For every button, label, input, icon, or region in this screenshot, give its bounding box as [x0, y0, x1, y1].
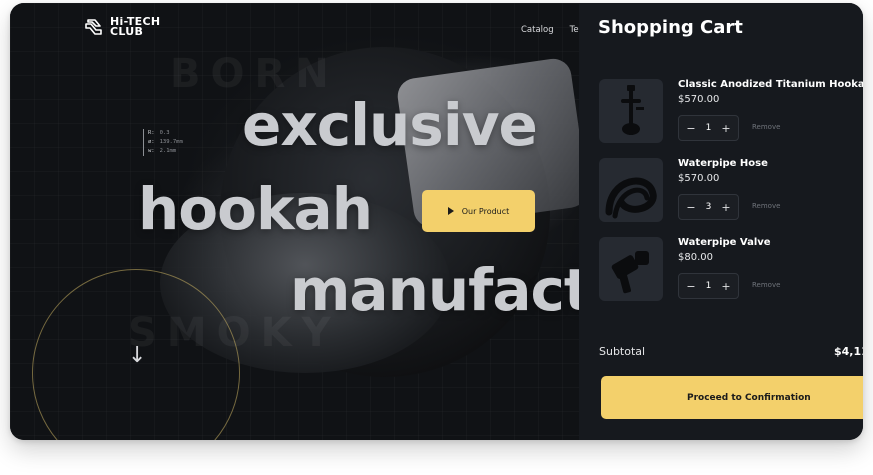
- spec-key: R:: [148, 130, 155, 136]
- cart-item: Waterpipe Hose $570.00 − 3 + Remove: [599, 158, 863, 224]
- valve-icon: [611, 251, 649, 294]
- spec-key: ø:: [148, 139, 155, 145]
- hero-section: BORN SMOKY Hi-TECH CLUB Catalog Tec R:0.…: [10, 3, 579, 440]
- spec-value: 2.1mm: [159, 148, 177, 154]
- headline-line-1: exclusive: [242, 91, 538, 159]
- main-nav: Catalog Tec: [521, 25, 579, 35]
- logo-icon: [85, 19, 102, 35]
- headline-line-3: manufact: [290, 256, 579, 324]
- headline-line-2: hookah: [138, 175, 373, 243]
- remove-button[interactable]: Remove: [752, 202, 780, 210]
- product-thumbnail[interactable]: [599, 158, 663, 222]
- shopping-cart-panel: Shopping Cart Classic Anodized Titanium …: [579, 3, 863, 440]
- cart-item: Waterpipe Valve $80.00 − 1 + Remove: [599, 237, 863, 303]
- our-product-button[interactable]: Our Product: [422, 190, 535, 232]
- hose-icon: [605, 177, 657, 219]
- brand-logo[interactable]: Hi-TECH CLUB: [84, 16, 160, 38]
- product-name[interactable]: Waterpipe Valve: [678, 237, 771, 248]
- proceed-to-confirmation-button[interactable]: Proceed to Confirmation: [601, 376, 863, 419]
- our-product-label: Our Product: [461, 206, 510, 216]
- brand-name: Hi-TECH CLUB: [110, 16, 160, 38]
- nav-item-catalog[interactable]: Catalog: [521, 25, 554, 35]
- product-name[interactable]: Waterpipe Hose: [678, 158, 768, 169]
- increase-button[interactable]: +: [720, 122, 732, 135]
- spec-value: 139.7mm: [159, 139, 183, 145]
- quantity-value: 1: [705, 123, 712, 133]
- spec-row: R: 0.3: [148, 129, 183, 138]
- decrease-button[interactable]: −: [685, 280, 697, 293]
- cart-item: Classic Anodized Titanium Hookah $570.00…: [599, 79, 863, 145]
- product-thumbnail[interactable]: [599, 79, 663, 143]
- spec-row: w: 2.1mm: [148, 147, 183, 156]
- remove-button[interactable]: Remove: [752, 123, 780, 131]
- quantity-value: 3: [705, 202, 712, 212]
- product-thumbnail[interactable]: [599, 237, 663, 301]
- app-window: BORN SMOKY Hi-TECH CLUB Catalog Tec R:0.…: [10, 3, 863, 440]
- decrease-button[interactable]: −: [685, 122, 697, 135]
- subtotal-label: Subtotal: [599, 345, 646, 358]
- play-icon: [447, 207, 454, 215]
- product-price: $570.00: [678, 173, 720, 184]
- quantity-stepper: − 1 +: [678, 273, 739, 299]
- quantity-value: 1: [705, 281, 712, 291]
- increase-button[interactable]: +: [720, 280, 732, 293]
- spec-key: w:: [148, 148, 155, 154]
- product-name[interactable]: Classic Anodized Titanium Hookah: [678, 79, 863, 90]
- quantity-stepper: − 3 +: [678, 194, 739, 220]
- spec-value: 0.3: [159, 130, 170, 136]
- spec-row: ø: 139.7mm: [148, 138, 183, 147]
- spec-readout: R: 0.3 ø: 139.7mm w: 2.1mm: [143, 129, 183, 156]
- product-price: $80.00: [678, 252, 713, 263]
- nav-item-tech[interactable]: Tec: [570, 25, 579, 35]
- arrow-down-icon[interactable]: ↓: [128, 343, 146, 368]
- product-price: $570.00: [678, 94, 720, 105]
- decrease-button[interactable]: −: [685, 201, 697, 214]
- subtotal-value: $4,11: [834, 345, 863, 358]
- increase-button[interactable]: +: [720, 201, 732, 214]
- brand-line-2: CLUB: [110, 25, 144, 38]
- remove-button[interactable]: Remove: [752, 281, 780, 289]
- cart-title: Shopping Cart: [598, 17, 743, 38]
- hookah-icon: [621, 85, 644, 135]
- quantity-stepper: − 1 +: [678, 115, 739, 141]
